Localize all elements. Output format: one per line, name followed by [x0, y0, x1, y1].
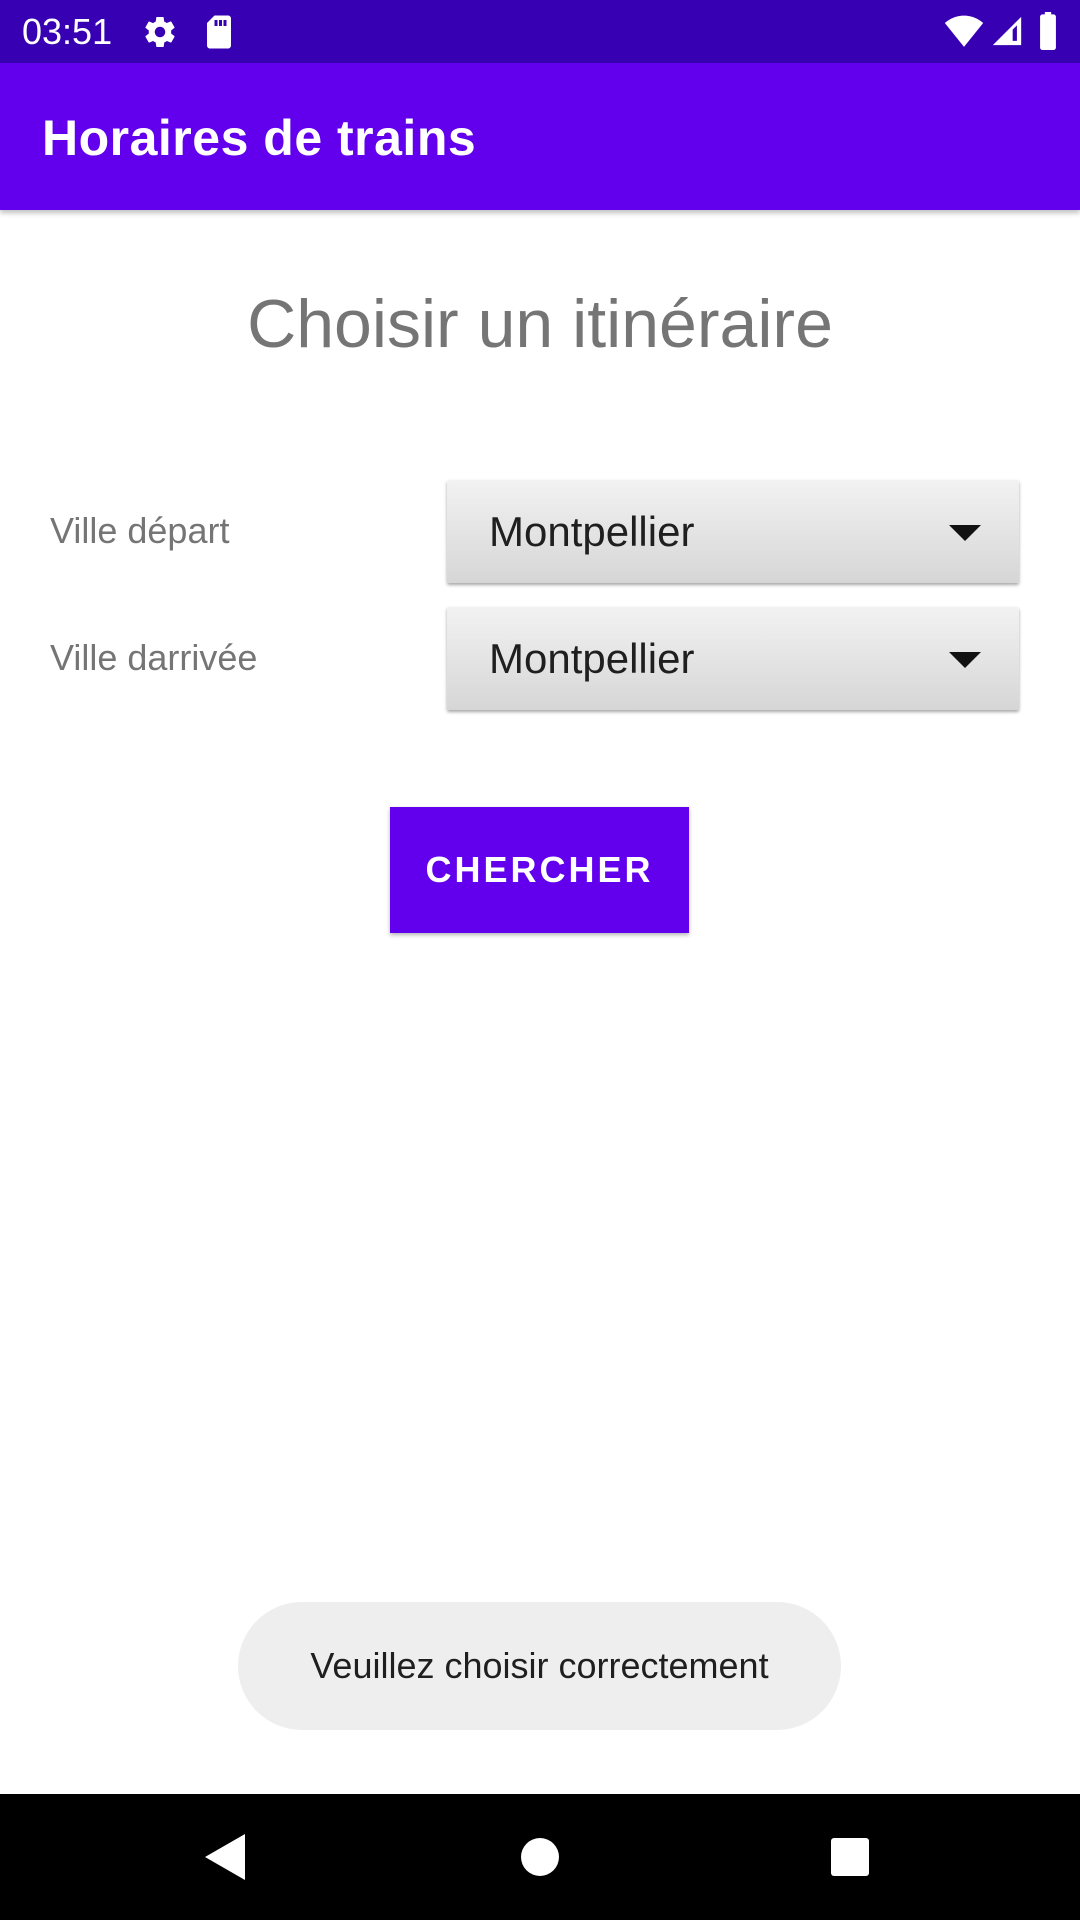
- dropdown-arrow-icon: [949, 652, 981, 668]
- battery-icon: [1038, 12, 1058, 54]
- status-time: 03:51: [22, 11, 113, 52]
- departure-city-value: Montpellier: [489, 508, 695, 555]
- navigation-bar: [0, 1794, 1080, 1920]
- wifi-icon: [944, 14, 984, 52]
- status-bar: 03:51: [0, 0, 1080, 63]
- toast-message: Veuillez choisir correctement: [238, 1602, 841, 1730]
- home-icon: [521, 1838, 559, 1876]
- search-button[interactable]: CHERCHER: [390, 807, 689, 933]
- departure-label: Ville départ: [50, 510, 230, 551]
- app-bar: Horaires de trains: [0, 63, 1080, 210]
- app-title: Horaires de trains: [42, 110, 477, 166]
- settings-icon: [142, 14, 178, 54]
- sd-card-icon: [203, 14, 235, 54]
- arrival-city-spinner[interactable]: Montpellier: [447, 607, 1019, 710]
- departure-city-spinner[interactable]: Montpellier: [447, 480, 1019, 583]
- back-button[interactable]: [165, 1794, 285, 1920]
- recents-icon: [831, 1838, 869, 1876]
- home-button[interactable]: [480, 1794, 600, 1920]
- recents-button[interactable]: [790, 1794, 910, 1920]
- page-title: Choisir un itinéraire: [247, 286, 833, 362]
- arrival-label: Ville darrivée: [50, 637, 258, 678]
- back-icon: [205, 1834, 245, 1880]
- dropdown-arrow-icon: [949, 525, 981, 541]
- cell-signal-icon: [990, 14, 1024, 52]
- screen: 03:51 Horaires de trains Choisir un itin…: [0, 0, 1080, 1920]
- arrival-city-value: Montpellier: [489, 635, 695, 682]
